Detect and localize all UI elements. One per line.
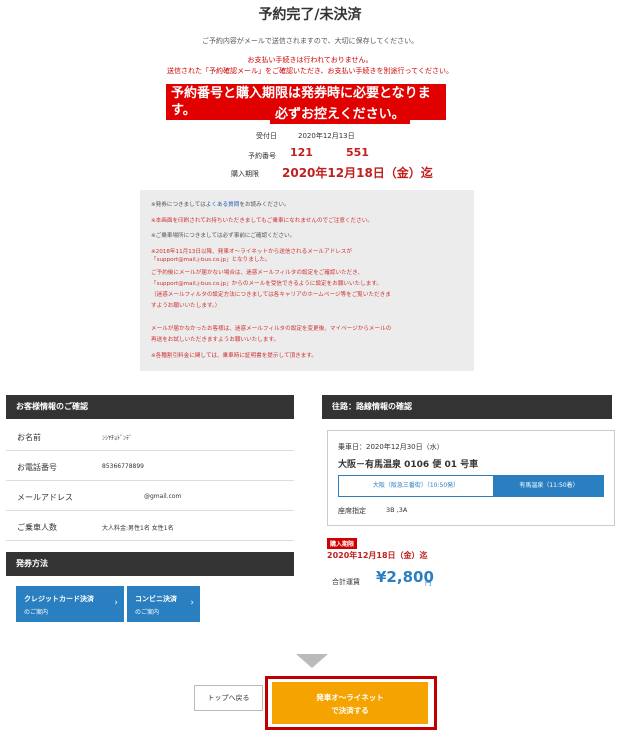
notice-filter-3: （迷惑メールフィルタの設定方法につきましては各キャリアのホームページ等をご覧いた… <box>151 292 391 298</box>
credit-card-label: クレジットカード決済 <box>24 595 94 603</box>
notice-box: ※発券につきましてはよくある質問をお読みください。 ※本画面を印刷されてお持ちい… <box>140 190 474 371</box>
phone-label: お電話番号 <box>17 463 57 472</box>
faq-link[interactable]: よくある質問 <box>206 202 240 208</box>
pay-now-label-1: 発車オ～ライネット <box>316 693 384 702</box>
reservation-number-part1: 121 <box>290 146 313 159</box>
notice-filter-4: すようお願いいたします。） <box>151 303 221 309</box>
ride-date: 乗車日：2020年12月30日（水） <box>338 443 444 451</box>
notice-boarding-place: ※ご乗車場所につきましては必ず事前にご確認ください。 <box>151 233 296 239</box>
notice-discount: ※各種割引料金に関しては、乗車時に証明書を提示して頂きます。 <box>151 353 317 359</box>
arrival-segment: 有馬温泉（11:50着） <box>494 475 604 497</box>
down-arrow-icon <box>296 654 328 668</box>
name-label: お名前 <box>17 433 41 442</box>
receipt-date-label: 受付日 <box>256 132 277 140</box>
route-info-header: 往路：路線情報の確認 <box>322 395 612 419</box>
pay-now-button[interactable]: 発車オ～ライネット で決済する <box>272 682 428 724</box>
convenience-store-label: コンビニ決済 <box>135 595 177 603</box>
customer-passengers-row: ご乗車人数 大人料金:男性1名 女性1名 <box>6 511 294 541</box>
notice-print-warning: ※本画面を印刷されてお持ちいただきましてもご乗車になれませんのでご注意ください。 <box>151 218 373 224</box>
customer-info-header: お客様情報のご確認 <box>6 395 294 419</box>
deadline-badge: 購入期限 <box>327 538 358 549</box>
route-name: 大阪－有馬温泉 0106 便 01 号車 <box>338 460 479 470</box>
payment-warning-2: 送信された「予約確認メール」をご確認いただき、お支払い手続きを別途行ってください… <box>167 67 453 75</box>
purchase-deadline-label: 購入期限 <box>231 170 259 178</box>
purchase-deadline-value: 2020年12月18日（金）迄 <box>282 166 433 180</box>
notice-filter-1: ご予約後にメールが届かない場合は、迷惑メールフィルタの設定をご確認いただき、 <box>151 270 364 276</box>
notice-text: ※発券につきましては <box>151 202 206 208</box>
notice-email-change-1: ※2018年11月13日以降、発車オ～ライネットから送信されるメールアドレスが <box>151 249 352 255</box>
customer-email-row: メールアドレス @gmail.com <box>6 481 294 511</box>
passengers-value: 大人料金:男性1名 女性1名 <box>102 525 174 532</box>
pay-now-label-2: で決済する <box>331 706 369 715</box>
total-fare-label: 合計運賃 <box>332 578 360 586</box>
seat-label: 座席指定 <box>338 507 366 515</box>
notice-faq-line: ※発券につきましてはよくある質問をお読みください。 <box>151 201 290 209</box>
back-to-top-button[interactable]: トップへ戻る <box>194 685 263 711</box>
email-value: @gmail.com <box>144 493 182 500</box>
credit-card-sublabel: のご案内 <box>24 609 49 616</box>
reservation-number-part2: 551 <box>346 146 369 159</box>
credit-card-payment-button[interactable]: クレジットカード決済 のご案内 › <box>16 586 124 622</box>
route-card: 乗車日：2020年12月30日（水） 大阪－有馬温泉 0106 便 01 号車 … <box>327 430 615 526</box>
receipt-date-value: 2020年12月13日 <box>298 132 355 140</box>
page-title: 予約完了/未決済 <box>258 7 362 23</box>
banner-line-2: 必ずお控えください。 <box>270 105 410 124</box>
seat-value: 3B ,3A <box>386 506 408 514</box>
payment-method-header: 発券方法 <box>6 552 294 576</box>
chevron-right-icon: › <box>190 598 194 608</box>
notice-resend-2: 再送をお試しいただきますようお願いいたします。 <box>151 337 280 343</box>
notice-filter-2: 「support@mail.j-bus.co.jp」からのメールを受信できるよう… <box>151 281 383 287</box>
passengers-label: ご乗車人数 <box>17 523 57 532</box>
reservation-number-label: 予約番号 <box>248 152 276 160</box>
departure-segment: 大阪（阪急三番街）（10:50発） <box>338 475 494 497</box>
phone-value: 85366778899 <box>102 463 144 470</box>
customer-name-row: お名前 ﾝｼﾔﾁｮﾄﾞﾝﾃﾞ <box>6 421 294 451</box>
mail-notice: ご予約内容がメールで送信されますので、大切に保存してください。 <box>201 37 419 45</box>
convenience-store-sublabel: のご案内 <box>135 609 160 616</box>
total-fare-unit: 円 <box>425 579 432 587</box>
chevron-right-icon: › <box>114 598 118 608</box>
customer-phone-row: お電話番号 85366778899 <box>6 451 294 481</box>
notice-resend-1: メールが届かなかったお客様は、迷惑メールフィルタの設定を変更後、マイページからメ… <box>151 326 392 332</box>
name-value: ﾝｼﾔﾁｮﾄﾞﾝﾃﾞ <box>102 435 133 442</box>
notice-text: をお読みください。 <box>239 202 290 208</box>
payment-warning-1: お支払い手続きは行われておりません。 <box>247 56 373 64</box>
route-deadline-value: 2020年12月18日（金）迄 <box>327 551 428 560</box>
convenience-store-payment-button[interactable]: コンビニ決済 のご案内 › <box>127 586 200 622</box>
notice-email-change-2: 「support@mail.j-bus.co.jp」となりました。 <box>151 257 271 263</box>
email-label: メールアドレス <box>17 493 73 502</box>
